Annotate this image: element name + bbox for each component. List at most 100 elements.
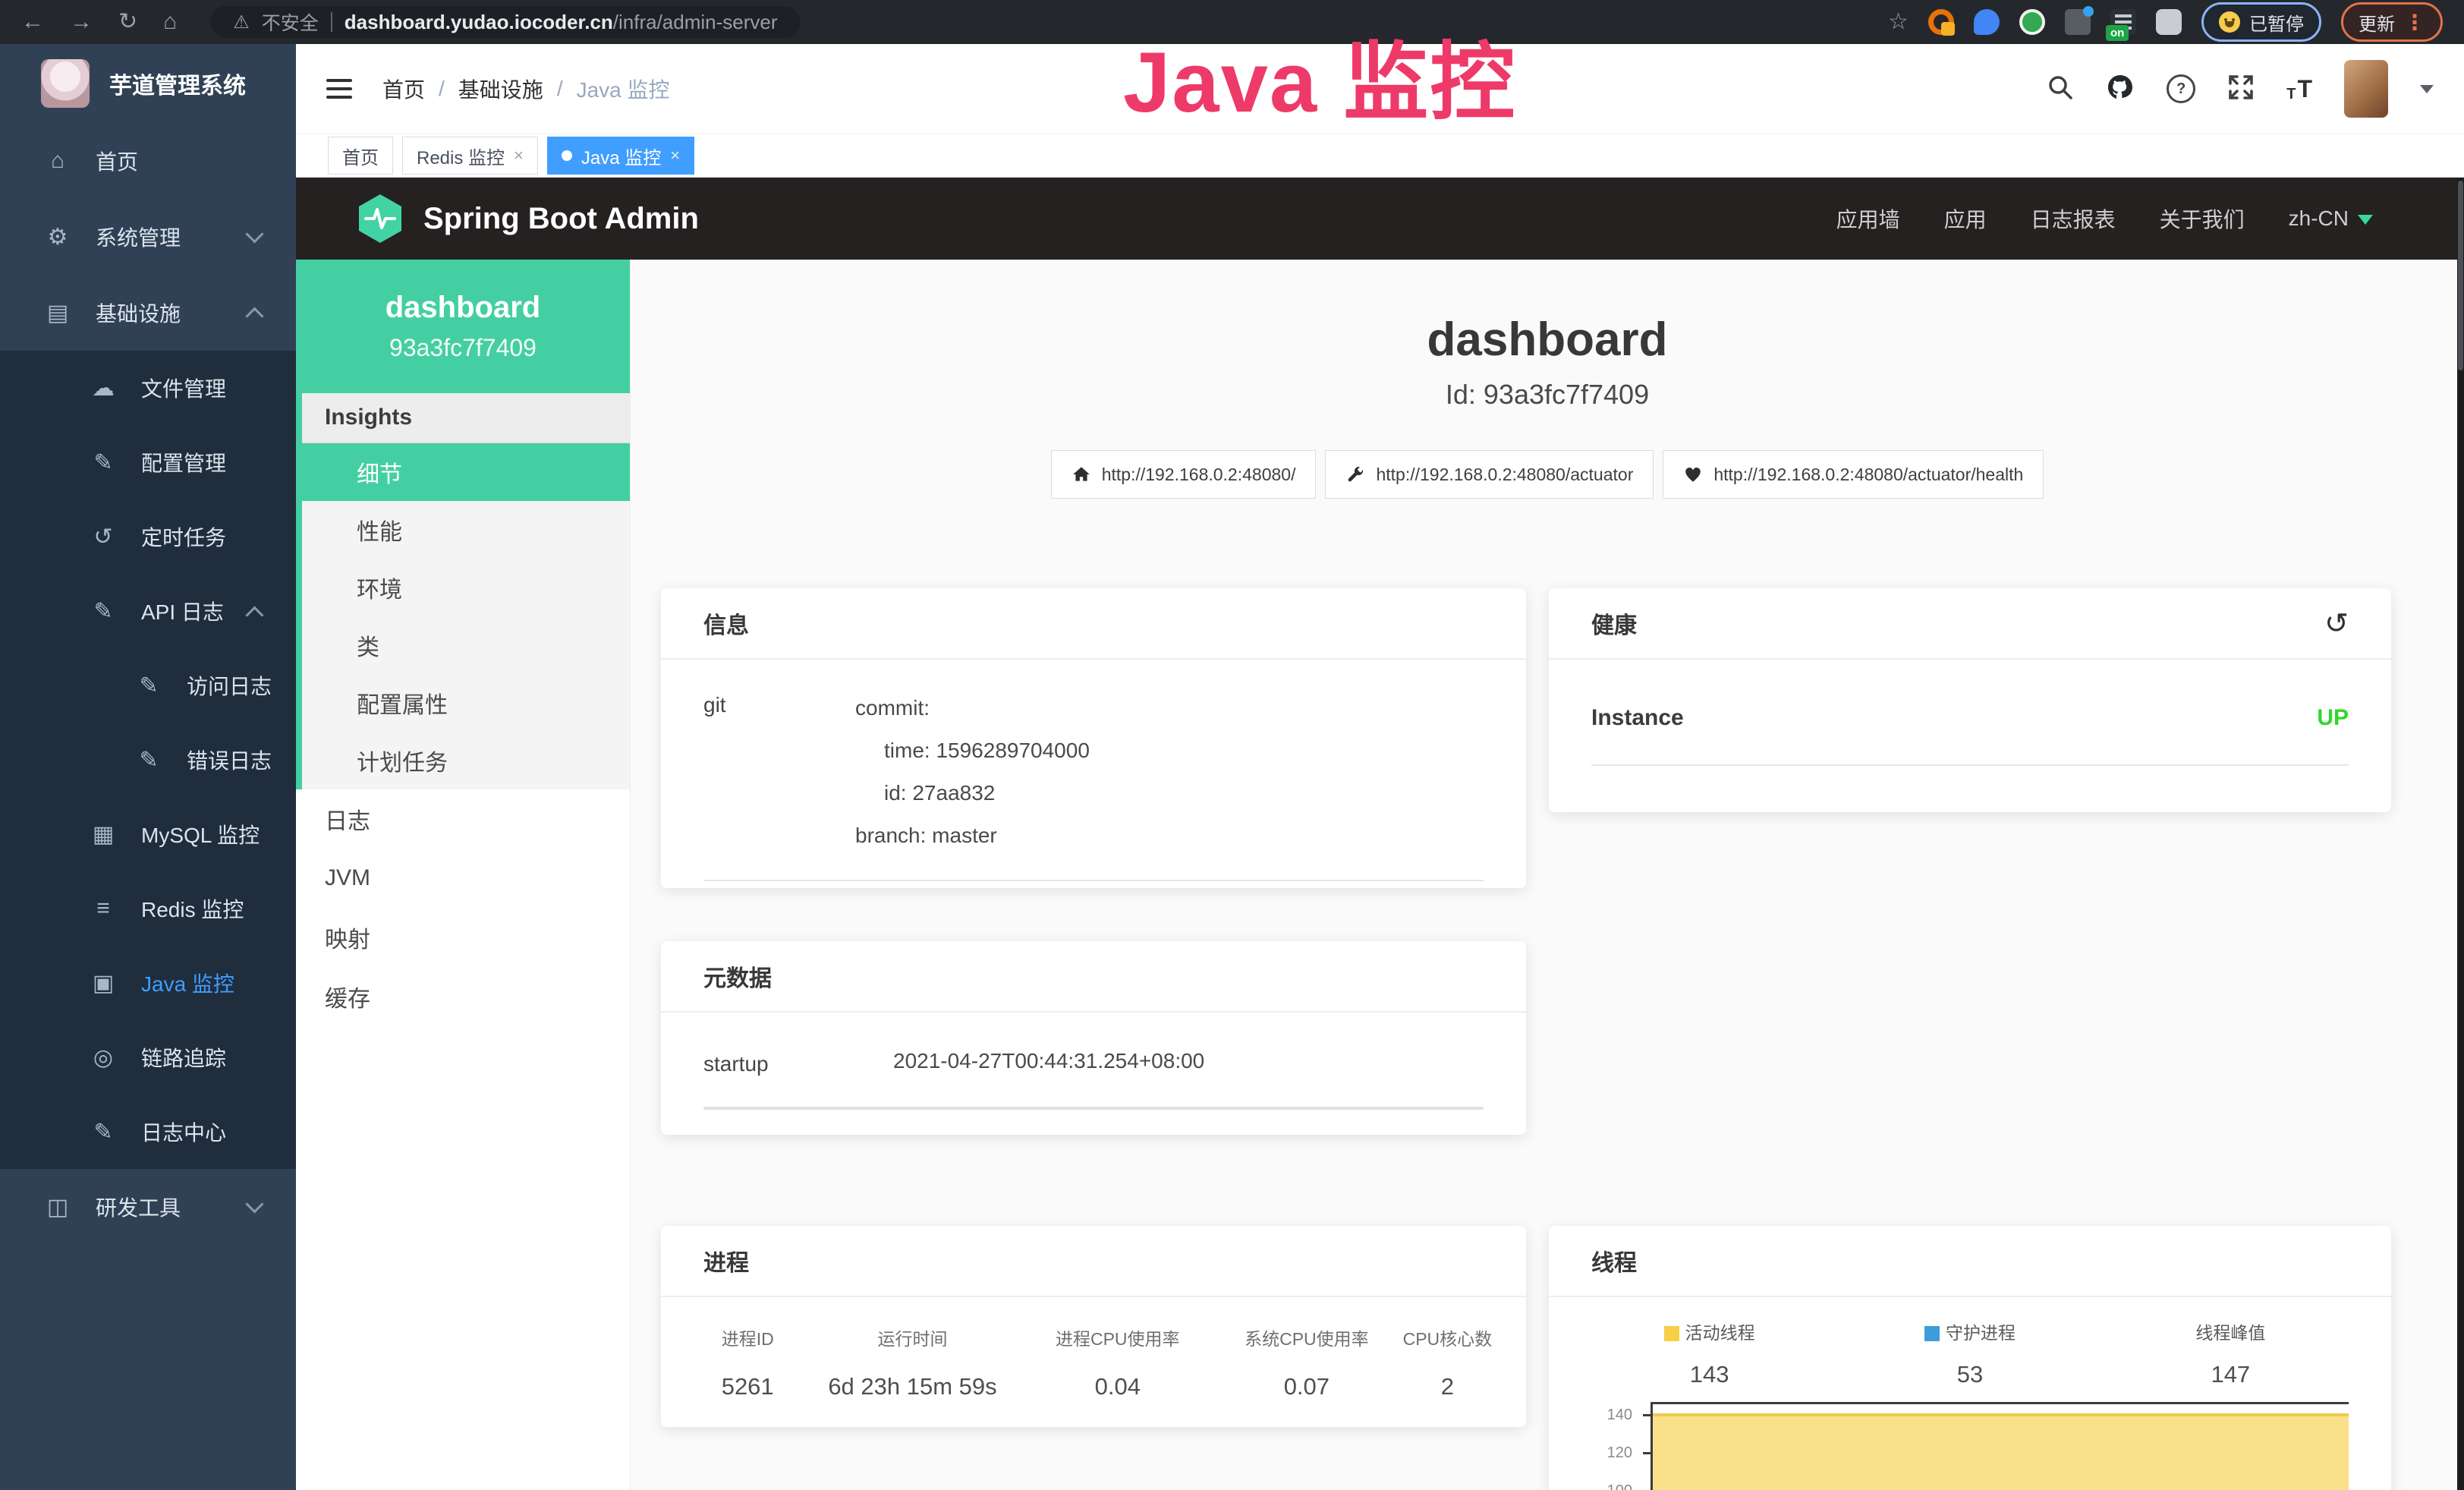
breadcrumb-separator: / xyxy=(557,77,563,101)
health-url-label: http://192.168.0.2:48080/actuator/health xyxy=(1713,465,2023,485)
sba-nav-journal[interactable]: 日志报表 xyxy=(2031,203,2116,234)
edit-icon: ✎ xyxy=(135,673,162,699)
sba-nav-applications[interactable]: 应用 xyxy=(1944,203,1987,234)
sba-nav-about[interactable]: 关于我们 xyxy=(2160,203,2245,234)
sba-item-classes[interactable]: 类 xyxy=(302,616,630,674)
sidebar-item-access-log[interactable]: ✎ 访问日志 xyxy=(0,648,296,723)
tab-java-monitor[interactable]: Java 监控 × xyxy=(547,137,694,175)
health-instance-label[interactable]: Instance xyxy=(1591,705,1684,731)
breadcrumb-home[interactable]: 首页 xyxy=(382,74,425,104)
extensions-puzzle-icon[interactable] xyxy=(2156,9,2182,35)
sidebar-item-api-log[interactable]: ✎ API 日志 xyxy=(0,574,296,648)
avatar-caret-icon[interactable] xyxy=(2420,85,2434,100)
app-logo-row[interactable]: 芋道管理系统 xyxy=(0,44,296,123)
page-scrollbar[interactable] xyxy=(2457,178,2464,1490)
sba-item-caches[interactable]: 缓存 xyxy=(296,967,630,1026)
sidebar-item-redis[interactable]: ≡ Redis 监控 xyxy=(0,871,296,946)
history-icon[interactable]: ↺ xyxy=(2324,606,2349,641)
sba-nav-wallboard[interactable]: 应用墙 xyxy=(1836,203,1900,234)
info-key-git: git xyxy=(703,687,855,857)
col-pid: 进程ID xyxy=(691,1325,804,1350)
extension-grid-icon[interactable] xyxy=(2065,9,2091,35)
sidebar-item-system[interactable]: ⚙ 系统管理 xyxy=(0,199,296,275)
sidebar-item-tracing[interactable]: ◎ 链路追踪 xyxy=(0,1020,296,1095)
sidebar-item-log-center[interactable]: ✎ 日志中心 xyxy=(0,1095,296,1169)
browser-reload-icon[interactable]: ↻ xyxy=(118,11,137,33)
sba-instance-sidebar: dashboard 93a3fc7f7409 Insights 细节 性能 环境… xyxy=(296,260,631,1490)
sba-item-environment[interactable]: 环境 xyxy=(302,559,630,616)
url-domain: dashboard.yudao.iocoder.cn xyxy=(345,11,613,33)
extension-on-badge: on xyxy=(2106,25,2129,41)
process-table-header: 进程ID 运行时间 进程CPU使用率 系统CPU使用率 CPU核心数 xyxy=(691,1325,1496,1350)
close-icon[interactable]: × xyxy=(670,146,680,165)
row-divider xyxy=(1591,764,2349,766)
peak-threads-label: 线程峰值 xyxy=(2195,1323,2265,1343)
instance-links-row: http://192.168.0.2:48080/ http://192.168… xyxy=(631,450,2464,499)
git-branch-line: branch: master xyxy=(855,814,1484,857)
sidebar-item-home[interactable]: ⌂ 首页 xyxy=(0,123,296,199)
home-icon xyxy=(1072,465,1091,484)
sba-item-scheduled-tasks[interactable]: 计划任务 xyxy=(302,732,630,789)
sidebar-item-files[interactable]: ☁ 文件管理 xyxy=(0,351,296,425)
sidebar-item-dev-tools[interactable]: ◫ 研发工具 xyxy=(0,1169,296,1245)
extension-list-icon[interactable]: on xyxy=(2110,9,2136,35)
sidebar-item-mysql[interactable]: ▦ MySQL 监控 xyxy=(0,797,296,871)
sba-item-details[interactable]: 细节 xyxy=(302,443,630,501)
breadcrumb: 首页 / 基础设施 / Java 监控 xyxy=(382,74,670,104)
col-system-cpu: 系统CPU使用率 xyxy=(1214,1325,1399,1350)
health-url-button[interactable]: http://192.168.0.2:48080/actuator/health xyxy=(1663,450,2044,499)
threads-legend: 活动线程 守护进程 线程峰值 xyxy=(1579,1318,2361,1344)
sidebar-item-jobs[interactable]: ↺ 定时任务 xyxy=(0,499,296,574)
sidebar-item-infra[interactable]: ▤ 基础设施 xyxy=(0,275,296,351)
browser-back-icon[interactable]: ← xyxy=(21,11,44,33)
sba-content: dashboard Id: 93a3fc7f7409 http://192.16… xyxy=(631,260,2464,1490)
process-cpu-value: 0.04 xyxy=(1021,1373,1214,1400)
extension-colorzilla-icon[interactable] xyxy=(1928,9,1954,35)
sba-item-jvm[interactable]: JVM xyxy=(296,849,630,908)
breadcrumb-infra[interactable]: 基础设施 xyxy=(458,74,543,104)
browser-update-button[interactable]: 更新 ⋮ xyxy=(2341,2,2443,42)
sidebar-collapse-icon[interactable] xyxy=(326,79,352,99)
sba-item-mappings[interactable]: 映射 xyxy=(296,908,630,967)
edit-icon: ✎ xyxy=(135,747,162,773)
profile-paused-badge[interactable]: 已暂停 xyxy=(2201,2,2321,42)
col-uptime: 运行时间 xyxy=(804,1325,1021,1350)
browser-toolbar: ← → ↻ ⌂ ⚠ 不安全 dashboard.yudao.iocoder.cn… xyxy=(0,0,2464,44)
close-icon[interactable]: × xyxy=(514,146,524,165)
extension-eyedropper-icon[interactable] xyxy=(1974,9,2000,35)
user-avatar[interactable] xyxy=(2344,60,2388,118)
browser-home-icon[interactable]: ⌂ xyxy=(163,11,177,33)
fullscreen-icon[interactable] xyxy=(2227,74,2255,105)
question-glyph: ? xyxy=(2176,80,2186,98)
sidebar-item-label: 配置管理 xyxy=(141,447,226,477)
search-icon[interactable] xyxy=(2047,74,2074,105)
locale-selector[interactable]: zh-CN xyxy=(2289,206,2373,232)
sidebar-item-label: Redis 监控 xyxy=(141,893,244,924)
github-icon[interactable] xyxy=(2106,73,2135,106)
info-git-value: commit: time: 1596289704000 id: 27aa832 … xyxy=(855,687,1484,857)
sba-item-logs[interactable]: 日志 xyxy=(296,789,630,849)
extension-green-icon[interactable] xyxy=(2019,9,2045,35)
help-icon[interactable]: ? xyxy=(2167,74,2195,103)
sba-item-config-props[interactable]: 配置属性 xyxy=(302,674,630,732)
process-table-values: 5261 6d 23h 15m 59s 0.04 0.07 2 xyxy=(691,1373,1496,1400)
address-bar[interactable]: ⚠ 不安全 dashboard.yudao.iocoder.cn/infra/a… xyxy=(210,6,800,38)
browser-forward-icon[interactable]: → xyxy=(70,11,93,33)
locale-label: zh-CN xyxy=(2289,206,2349,231)
sba-item-metrics[interactable]: 性能 xyxy=(302,501,630,559)
sidebar-item-java-monitor[interactable]: ▣ Java 监控 xyxy=(0,946,296,1020)
tab-redis-monitor[interactable]: Redis 监控 × xyxy=(402,137,538,175)
actuator-url-button[interactable]: http://192.168.0.2:48080/actuator xyxy=(1325,450,1654,499)
live-threads-swatch xyxy=(1664,1326,1679,1341)
sba-brand-title[interactable]: Spring Boot Admin xyxy=(423,202,699,236)
bookmark-star-icon[interactable]: ☆ xyxy=(1888,11,1909,33)
font-size-icon[interactable]: TT xyxy=(2286,75,2312,103)
scrollbar-thumb[interactable] xyxy=(2458,181,2463,370)
tab-home[interactable]: 首页 xyxy=(328,137,393,175)
browser-menu-dots-icon[interactable]: ⋮ xyxy=(2404,10,2425,35)
sidebar-item-config[interactable]: ✎ 配置管理 xyxy=(0,425,296,499)
service-url-button[interactable]: http://192.168.0.2:48080/ xyxy=(1051,450,1317,499)
peak-threads-value: 147 xyxy=(2101,1361,2361,1388)
uptime-value: 6d 23h 15m 59s xyxy=(804,1373,1021,1400)
sidebar-item-error-log[interactable]: ✎ 错误日志 xyxy=(0,723,296,797)
